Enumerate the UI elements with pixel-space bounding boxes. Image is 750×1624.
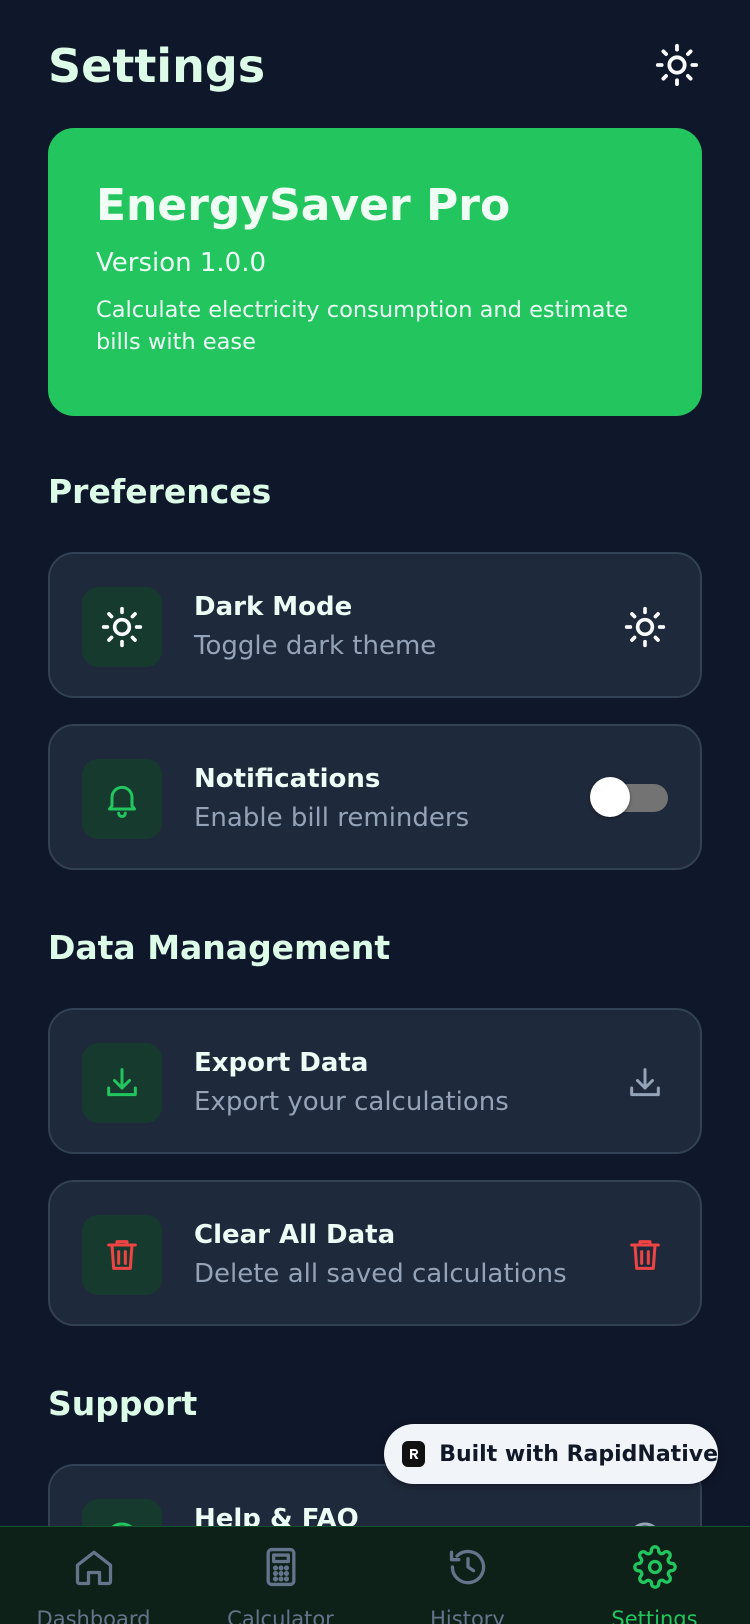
notifications-toggle[interactable] (590, 777, 670, 817)
clear-data-icon-box (82, 1215, 162, 1295)
trash-icon (630, 1240, 660, 1270)
export-button[interactable] (620, 1058, 670, 1108)
setting-subtitle: Export your calculations (194, 1087, 509, 1117)
tab-history[interactable]: History (374, 1527, 561, 1624)
trash-icon (107, 1240, 137, 1270)
toggle-knob (590, 777, 630, 817)
theme-toggle-button[interactable] (652, 40, 702, 90)
dark-mode-toggle[interactable] (620, 602, 670, 652)
gear-icon (631, 1543, 679, 1591)
section-title-data-management: Data Management (48, 928, 391, 967)
tab-label: Dashboard (36, 1607, 151, 1624)
tab-calculator[interactable]: Calculator (187, 1527, 374, 1624)
setting-title: Notifications (194, 764, 381, 794)
app-version: Version 1.0.0 (96, 248, 267, 278)
setting-dark-mode[interactable]: Dark Mode Toggle dark theme (48, 552, 702, 698)
setting-export-data[interactable]: Export Data Export your calculations (48, 1008, 702, 1154)
tab-settings[interactable]: Settings (561, 1527, 748, 1624)
setting-title: Dark Mode (194, 592, 353, 622)
setting-clear-data[interactable]: Clear All Data Delete all saved calculat… (48, 1180, 702, 1326)
download-icon (630, 1068, 660, 1097)
app-info-card: EnergySaver Pro Version 1.0.0 Calculate … (48, 128, 702, 416)
setting-title: Clear All Data (194, 1220, 396, 1250)
rapidnative-logo-icon (402, 1441, 426, 1467)
tab-dashboard[interactable]: Dashboard (0, 1527, 187, 1624)
app-description: Calculate electricity consumption and es… (96, 297, 629, 355)
setting-notifications[interactable]: Notifications Enable bill reminders (48, 724, 702, 870)
settings-screen: Settings EnergySaver Pro Version 1.0.0 C… (0, 0, 750, 1624)
sun-icon (624, 606, 666, 648)
app-name: EnergySaver Pro (96, 180, 511, 231)
setting-subtitle: Enable bill reminders (194, 803, 470, 833)
dark-mode-icon-box (82, 587, 162, 667)
export-icon-box (82, 1043, 162, 1123)
tab-label: History (430, 1607, 505, 1624)
bell-icon (108, 785, 136, 818)
sun-icon (655, 43, 699, 87)
sun-icon (101, 606, 143, 648)
built-with-badge[interactable]: Built with RapidNative (384, 1424, 718, 1484)
section-title-support: Support (48, 1384, 198, 1423)
download-icon (107, 1068, 137, 1097)
clear-data-button[interactable] (620, 1230, 670, 1280)
page-title: Settings (48, 39, 266, 93)
calculator-icon (257, 1543, 305, 1591)
tab-label: Settings (611, 1607, 698, 1624)
home-icon (70, 1543, 118, 1591)
setting-title: Export Data (194, 1048, 369, 1078)
notifications-icon-box (82, 759, 162, 839)
setting-subtitle: Delete all saved calculations (194, 1259, 567, 1289)
history-icon (444, 1543, 492, 1591)
setting-subtitle: Toggle dark theme (194, 631, 437, 661)
section-title-preferences: Preferences (48, 472, 272, 511)
tab-label: Calculator (227, 1607, 334, 1624)
bottom-tab-bar: Dashboard Calculator History Settings (0, 1526, 750, 1624)
badge-text: Built with RapidNative (439, 1441, 718, 1467)
